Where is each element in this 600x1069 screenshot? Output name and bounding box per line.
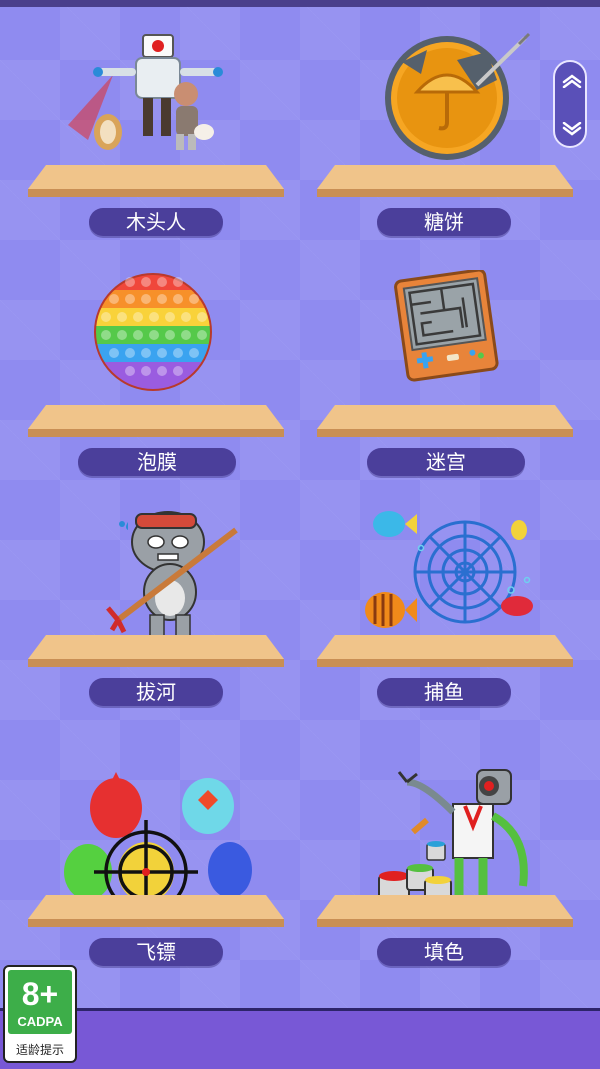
game-card-tug-of-war[interactable]: 拔河 xyxy=(28,500,288,715)
shelf xyxy=(28,405,284,437)
chevron-down-icon[interactable] xyxy=(562,122,582,136)
game-label: 拔河 xyxy=(89,678,223,706)
game-card-coloring[interactable]: 填色 xyxy=(317,760,577,975)
game-label: 糖饼 xyxy=(377,208,511,236)
game-card-darts[interactable]: 飞镖 xyxy=(28,760,288,975)
shelf xyxy=(28,165,284,197)
game-card-sugar-cookie[interactable]: 糖饼 xyxy=(317,30,577,245)
tug-of-war-illustration xyxy=(106,511,238,638)
shelf xyxy=(28,635,284,667)
shelf xyxy=(317,895,573,927)
darts-illustration xyxy=(64,772,252,910)
game-label: 捕鱼 xyxy=(377,678,511,706)
shelf xyxy=(317,165,573,197)
game-card-fishing[interactable]: 捕鱼 xyxy=(317,500,577,715)
shelf xyxy=(317,405,573,437)
age-rating-badge: 8+ CADPA 适龄提示 xyxy=(3,965,77,1063)
game-label: 泡膜 xyxy=(78,448,236,476)
pop-it-illustration xyxy=(94,273,212,391)
game-label: 飞镖 xyxy=(89,938,223,966)
game-label: 填色 xyxy=(377,938,511,966)
age-rating-panel: 8+ CADPA xyxy=(8,970,72,1034)
age-rating-org: CADPA xyxy=(17,1014,63,1029)
bottom-bar xyxy=(0,1008,600,1069)
game-card-wooden-man[interactable]: 木头人 xyxy=(28,30,288,245)
top-bar xyxy=(0,0,600,7)
game-label: 迷宫 xyxy=(367,448,525,476)
age-rating-hint: 适龄提示 xyxy=(15,1043,64,1057)
shelf xyxy=(28,895,284,927)
fishing-illustration xyxy=(365,511,533,628)
shelf xyxy=(317,635,573,667)
age-rating-number: 8+ xyxy=(21,976,59,1012)
game-card-pop-it[interactable]: 泡膜 xyxy=(28,270,288,485)
maze-illustration xyxy=(394,270,499,382)
coloring-illustration xyxy=(378,769,528,903)
sugar-cookie-illustration xyxy=(385,32,531,160)
scroll-control[interactable] xyxy=(553,60,587,148)
wooden-man-illustration xyxy=(68,34,223,150)
game-label: 木头人 xyxy=(89,208,223,236)
game-card-maze[interactable]: 迷宫 xyxy=(317,270,577,485)
chevron-up-icon[interactable] xyxy=(562,74,582,88)
